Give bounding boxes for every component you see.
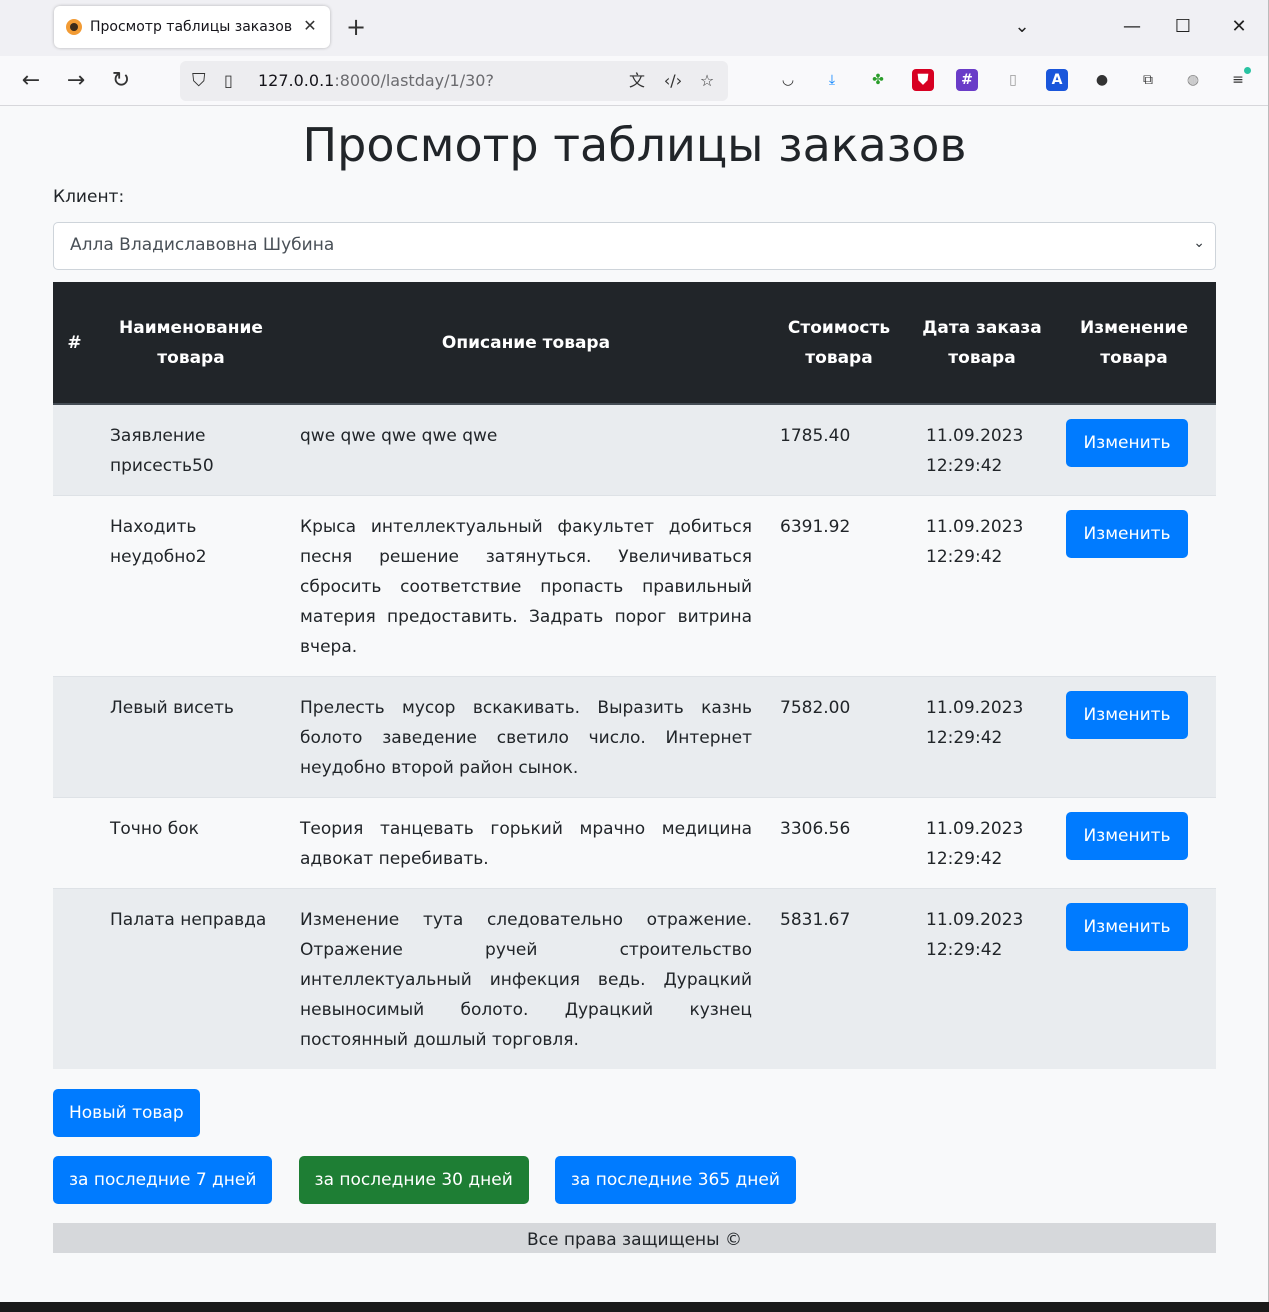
pocket-icon[interactable]: ◡ <box>777 69 799 91</box>
back-icon[interactable]: ← <box>16 66 46 96</box>
client-select-value: Алла Владиславовна Шубина <box>70 235 335 255</box>
item-name: Палата неправда <box>96 888 286 1069</box>
ublock-icon[interactable]: ⛊ <box>912 69 934 91</box>
header-num: # <box>53 282 96 405</box>
forward-icon[interactable]: → <box>61 66 91 96</box>
extension-balls-icon[interactable]: ● <box>1091 69 1113 91</box>
item-name: Находить неудобно2 <box>96 495 286 677</box>
edit-button[interactable]: Изменить <box>1066 510 1188 558</box>
tab-strip: Просмотр таблицы заказов ✕ + ⌄ — ☐ ✕ <box>0 0 1268 56</box>
page-content: Просмотр таблицы заказов Клиент: Алла Вл… <box>0 107 1268 1302</box>
shield-icon[interactable]: ⛉ <box>192 70 212 92</box>
item-description: Изменение тута следовательно отражение. … <box>286 888 766 1069</box>
table-header-row: # Наименование товара Описание товара Ст… <box>53 282 1216 405</box>
orders-table: # Наименование товара Описание товара Ст… <box>53 282 1216 1069</box>
header-date: Дата заказа товара <box>912 282 1052 405</box>
table-row: Точно бок Теория танцевать горький мрачн… <box>53 797 1216 889</box>
browser-window: Просмотр таблицы заказов ✕ + ⌄ — ☐ ✕ ← →… <box>0 0 1269 1302</box>
period-7-days-button[interactable]: за последние 7 дней <box>53 1156 273 1204</box>
globe-icon[interactable]: ◍ <box>1182 69 1204 91</box>
page-info-icon[interactable]: ▯ <box>224 70 242 92</box>
table-row: Левый висеть Прелесть мусор вскакивать. … <box>53 676 1216 798</box>
url-bar[interactable]: ⛉ ▯ 127.0.0.1:8000/lastday/1/30? 文 ‹/› ☆ <box>180 61 728 101</box>
item-price: 3306.56 <box>766 797 912 889</box>
item-price: 1785.40 <box>766 403 912 496</box>
edit-cell: Изменить <box>1052 797 1216 889</box>
row-num-cell <box>53 495 96 677</box>
table-row: Заявление присесть50 qwe qwe qwe qwe qwe… <box>53 403 1216 496</box>
edit-cell: Изменить <box>1052 403 1216 496</box>
extensions-puzzle-icon[interactable]: ⧉ <box>1137 69 1159 91</box>
item-price: 5831.67 <box>766 888 912 1069</box>
item-name: Заявление присесть50 <box>96 403 286 496</box>
item-name: Точно бок <box>96 797 286 889</box>
update-dot-icon <box>1244 67 1251 74</box>
header-edit: Изменение товара <box>1052 282 1216 405</box>
close-tab-icon[interactable]: ✕ <box>300 16 320 36</box>
item-name: Левый висеть <box>96 676 286 798</box>
item-date: 11.09.2023 12:29:42 <box>912 403 1052 496</box>
item-description: Крыса интеллектуальный факультет добитьс… <box>286 495 766 677</box>
close-window-button[interactable]: ✕ <box>1224 12 1254 42</box>
tab-title: Просмотр таблицы заказов <box>90 19 293 35</box>
item-date: 11.09.2023 12:29:42 <box>912 676 1052 798</box>
edit-cell: Изменить <box>1052 676 1216 798</box>
edit-button[interactable]: Изменить <box>1066 903 1188 951</box>
extension-pinwheel-icon[interactable]: ✤ <box>867 69 889 91</box>
item-date: 11.09.2023 12:29:42 <box>912 797 1052 889</box>
header-description: Описание товара <box>286 282 766 405</box>
bookmark-star-icon[interactable]: ☆ <box>696 70 718 92</box>
code-icon[interactable]: ‹/› <box>662 70 684 92</box>
row-num-cell <box>53 403 96 496</box>
browser-tab[interactable]: Просмотр таблицы заказов ✕ <box>54 6 330 48</box>
translate-icon[interactable]: 文 <box>626 70 648 92</box>
edit-button[interactable]: Изменить <box>1066 812 1188 860</box>
edit-button[interactable]: Изменить <box>1066 419 1188 467</box>
item-description: Прелесть мусор вскакивать. Выразить казн… <box>286 676 766 798</box>
maximize-button[interactable]: ☐ <box>1168 12 1198 42</box>
item-description: Теория танцевать горький мрачно медицина… <box>286 797 766 889</box>
item-price: 6391.92 <box>766 495 912 677</box>
reload-icon[interactable]: ↻ <box>106 66 136 96</box>
edit-button[interactable]: Изменить <box>1066 691 1188 739</box>
client-select[interactable]: Алла Владиславовна Шубина ⌄ <box>53 222 1216 270</box>
header-name: Наименование товара <box>96 282 286 405</box>
row-num-cell <box>53 888 96 1069</box>
menu-icon[interactable]: ≡ <box>1227 67 1251 91</box>
header-price: Стоимость товара <box>766 282 912 405</box>
favicon-icon <box>66 19 82 35</box>
new-tab-button[interactable]: + <box>344 14 368 42</box>
translator-extension-icon[interactable]: A <box>1046 69 1068 91</box>
period-30-days-button[interactable]: за последние 30 дней <box>298 1156 529 1204</box>
chevron-down-icon: ⌄ <box>1193 235 1205 251</box>
minimize-button[interactable]: — <box>1117 12 1147 42</box>
item-date: 11.09.2023 12:29:42 <box>912 888 1052 1069</box>
footer: Все права защищены © <box>53 1223 1216 1253</box>
item-date: 11.09.2023 12:29:42 <box>912 495 1052 677</box>
edit-cell: Изменить <box>1052 495 1216 677</box>
page-title: Просмотр таблицы заказов <box>302 118 967 172</box>
url-text[interactable]: 127.0.0.1:8000/lastday/1/30? <box>258 71 494 90</box>
new-item-button[interactable]: Новый товар <box>53 1089 200 1137</box>
row-num-cell <box>53 797 96 889</box>
item-price: 7582.00 <box>766 676 912 798</box>
period-365-days-button[interactable]: за последние 365 дней <box>554 1156 796 1204</box>
client-label: Клиент: <box>53 187 125 207</box>
download-icon[interactable]: ⤓ <box>821 69 843 91</box>
navigation-bar: ← → ↻ ⛉ ▯ 127.0.0.1:8000/lastday/1/30? 文… <box>0 56 1268 106</box>
item-description: qwe qwe qwe qwe qwe <box>286 403 766 496</box>
list-all-tabs-icon[interactable]: ⌄ <box>1007 12 1037 42</box>
extension-purple-icon[interactable]: # <box>956 69 978 91</box>
row-num-cell <box>53 676 96 798</box>
table-row: Палата неправда Изменение тута следовате… <box>53 888 1216 1069</box>
mobile-view-icon[interactable]: ▯ <box>1002 69 1024 91</box>
edit-cell: Изменить <box>1052 888 1216 1069</box>
table-row: Находить неудобно2 Крыса интеллектуальны… <box>53 495 1216 677</box>
